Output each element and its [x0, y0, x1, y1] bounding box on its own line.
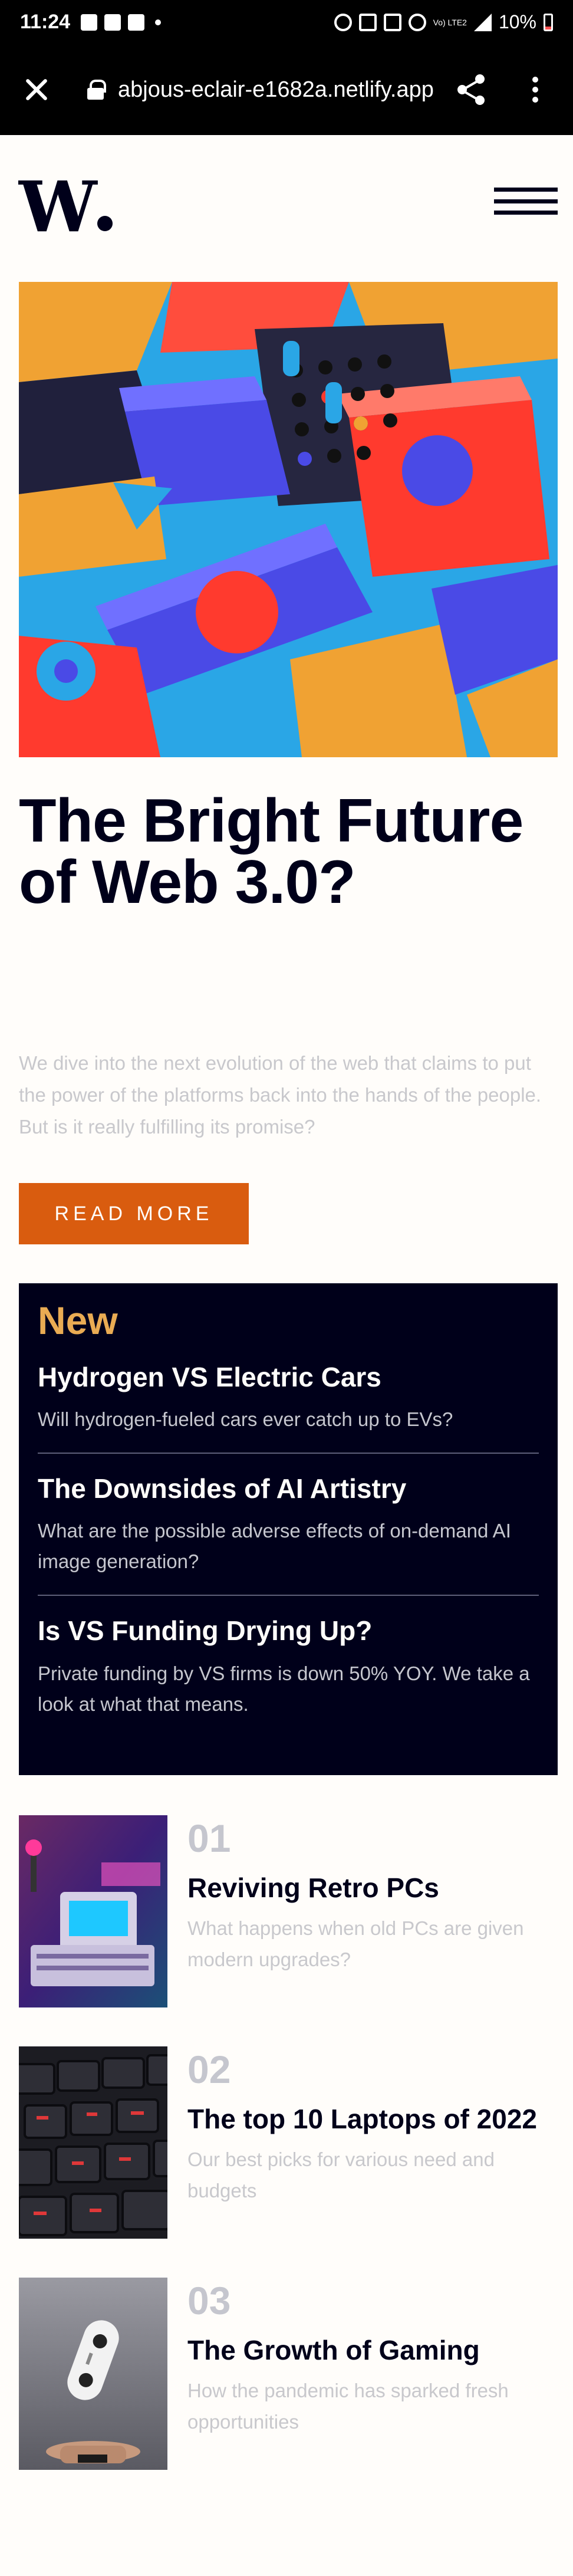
network-type: Vo) LTE2	[433, 17, 467, 27]
new-article-title[interactable]: Is VS Funding Drying Up?	[38, 1615, 539, 1647]
close-icon[interactable]	[19, 72, 54, 107]
share-icon[interactable]	[454, 72, 489, 107]
article-number: 02	[187, 2048, 231, 2091]
status-time: 11:24	[20, 11, 71, 33]
laptop-keyboard-thumbnail[interactable]	[19, 2046, 167, 2239]
new-article-item[interactable]: The Downsides of AI Artistry What are th…	[38, 1473, 539, 1596]
article-number: 03	[187, 2279, 231, 2322]
numbered-article-title[interactable]: Reviving Retro PCs	[187, 1872, 558, 1904]
numbered-article-item[interactable]: 03 The Growth of Gaming How the pandemic…	[19, 2278, 558, 2470]
gallery-icon	[81, 14, 98, 31]
notification-icons	[81, 14, 162, 31]
gaming-controller-thumbnail[interactable]	[19, 2278, 167, 2470]
retro-pc-thumbnail[interactable]	[19, 1815, 167, 2007]
numbered-article-description: Our best picks for various need and budg…	[187, 2148, 495, 2202]
hero-image	[19, 282, 558, 757]
new-articles-panel: New Hydrogen VS Electric Cars Will hydro…	[19, 1283, 558, 1775]
logo-letter: W	[19, 166, 97, 248]
signal-icon	[473, 13, 492, 31]
battery-icon	[544, 13, 553, 31]
hamburger-icon[interactable]	[494, 188, 558, 215]
bluetooth-icon	[358, 13, 377, 31]
article-number: 01	[187, 1816, 231, 1860]
new-article-description: Will hydrogen-fueled cars ever catch up …	[38, 1408, 453, 1431]
logo-dot	[97, 216, 113, 231]
mute-icon	[383, 13, 401, 31]
alarm-icon	[334, 13, 352, 31]
numbered-article-title[interactable]: The top 10 Laptops of 2022	[187, 2103, 558, 2135]
battery-percent: 10%	[498, 11, 536, 32]
article-intro: We dive into the next evolution of the w…	[19, 1052, 542, 1138]
numbered-article-text: 02 The top 10 Laptops of 2022 Our best p…	[187, 2046, 558, 2206]
numbered-article-text: 01 Reviving Retro PCs What happens when …	[187, 1815, 558, 1975]
article-headline: The Bright Future of Web 3.0?	[19, 787, 523, 916]
new-article-description: Private funding by VS firms is down 50% …	[38, 1662, 530, 1715]
system-icons: Vo) LTE2 10%	[334, 11, 553, 33]
youtube-icon	[128, 14, 145, 31]
snapchat-icon	[104, 14, 121, 31]
url-display[interactable]: abjous-eclair-e1682a.netlify.app	[118, 77, 436, 103]
new-panel-heading: New	[38, 1299, 118, 1342]
status-bar: 11:24 Vo) LTE2 10%	[0, 0, 573, 44]
numbered-article-text: 03 The Growth of Gaming How the pandemic…	[187, 2278, 558, 2437]
numbered-article-title[interactable]: The Growth of Gaming	[187, 2334, 558, 2367]
browser-toolbar: abjous-eclair-e1682a.netlify.app	[0, 44, 573, 135]
numbered-article-item[interactable]: 02 The top 10 Laptops of 2022 Our best p…	[19, 2046, 558, 2239]
new-article-title[interactable]: Hydrogen VS Electric Cars	[38, 1361, 539, 1394]
new-article-title[interactable]: The Downsides of AI Artistry	[38, 1473, 539, 1505]
new-article-item[interactable]: Is VS Funding Drying Up? Private funding…	[38, 1615, 539, 1737]
read-more-button[interactable]: READ MORE	[19, 1183, 249, 1244]
more-vert-icon[interactable]	[523, 72, 547, 107]
numbered-article-item[interactable]: 01 Reviving Retro PCs What happens when …	[19, 1815, 558, 2007]
new-article-description: What are the possible adverse effects of…	[38, 1520, 511, 1573]
wifi-icon	[408, 13, 426, 31]
lock-icon[interactable]	[87, 80, 106, 100]
new-article-item[interactable]: Hydrogen VS Electric Cars Will hydrogen-…	[38, 1361, 539, 1454]
numbered-article-description: How the pandemic has sparked fresh oppor…	[187, 2380, 509, 2433]
more-notifications-dot-icon	[155, 19, 162, 25]
site-logo[interactable]: W	[19, 172, 113, 242]
numbered-article-description: What happens when old PCs are given mode…	[187, 1917, 524, 1971]
